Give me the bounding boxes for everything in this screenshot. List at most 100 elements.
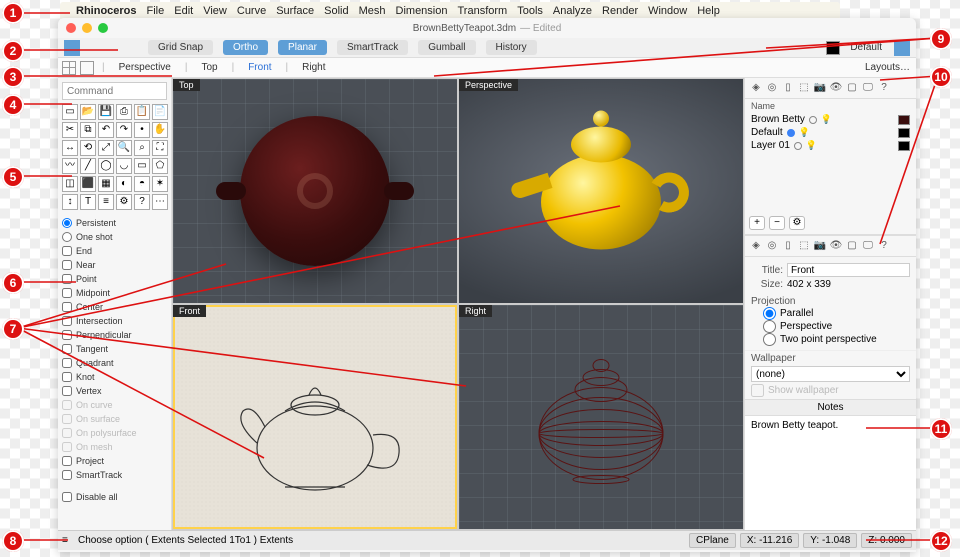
wallpaper-select[interactable]: (none) (751, 366, 910, 382)
menu-analyze[interactable]: Analyze (553, 5, 592, 17)
menu-view[interactable]: View (203, 5, 227, 17)
menu-file[interactable]: File (147, 5, 165, 17)
render-icon[interactable]: ◐ (116, 176, 132, 192)
menu-render[interactable]: Render (602, 5, 638, 17)
viewport-label-top[interactable]: Top (173, 79, 200, 91)
line-icon[interactable]: ╱ (80, 158, 96, 174)
app-name[interactable]: Rhinoceros (76, 5, 137, 17)
snap-quad[interactable]: Quadrant (62, 356, 167, 370)
camera-tab-icon[interactable]: 📷 (813, 81, 827, 95)
doc2-tab-icon[interactable]: ▯ (781, 239, 795, 253)
proj-perspective[interactable]: Perspective (763, 320, 910, 333)
minimize-icon[interactable] (82, 23, 92, 33)
tab-right[interactable]: Right (296, 60, 331, 75)
snap-mid[interactable]: Midpoint (62, 286, 167, 300)
menu-dimension[interactable]: Dimension (396, 5, 448, 17)
layouts-button[interactable]: Layouts… (865, 62, 910, 73)
osnap-oneshot[interactable]: One shot (62, 230, 167, 244)
status-menu-icon[interactable]: ≡ (62, 535, 74, 546)
proj-twopoint[interactable]: Two point perspective (763, 333, 910, 346)
proj-parallel[interactable]: Parallel (763, 307, 910, 320)
display2-tab-icon[interactable]: ▢ (845, 239, 859, 253)
undo-icon[interactable]: ↶ (98, 122, 114, 138)
snap-point[interactable]: Point (62, 272, 167, 286)
snap-center[interactable]: Center (62, 300, 167, 314)
notes-header[interactable]: Notes (745, 399, 916, 416)
osnap-persistent[interactable]: Persistent (62, 216, 167, 230)
circle-icon[interactable]: ◯ (98, 158, 114, 174)
help-tab-icon[interactable]: ? (877, 81, 891, 95)
menu-mesh[interactable]: Mesh (359, 5, 386, 17)
redo-icon[interactable]: ↷ (116, 122, 132, 138)
left-sidebar-toggle[interactable] (64, 40, 80, 56)
zoom-extents-icon[interactable]: ⛶ (152, 140, 168, 156)
snap-end[interactable]: End (62, 244, 167, 258)
arc-icon[interactable]: ◡ (116, 158, 132, 174)
cut-icon[interactable]: ✂ (62, 122, 78, 138)
right-sidebar-toggle[interactable] (894, 40, 910, 56)
curve-icon[interactable]: 〰 (62, 158, 78, 174)
tab-front[interactable]: Front (242, 60, 277, 75)
move-icon[interactable]: ↔ (62, 140, 78, 156)
menu-transform[interactable]: Transform (457, 5, 507, 17)
props2-tab-icon[interactable]: ◎ (765, 239, 779, 253)
viewport-label-front[interactable]: Front (173, 305, 206, 317)
viewports[interactable]: Top Perspective Front (172, 78, 744, 530)
traffic-lights[interactable] (66, 23, 108, 33)
eye-tab-icon[interactable]: 👁 (829, 81, 843, 95)
display-tab-icon[interactable]: ▢ (845, 81, 859, 95)
layer-row-default[interactable]: Default💡 (745, 126, 916, 139)
layer-color-swatch[interactable] (826, 41, 840, 55)
menu-tools[interactable]: Tools (517, 5, 543, 17)
options-icon[interactable]: ⋯ (152, 194, 168, 210)
copy-icon[interactable]: ⧉ (80, 122, 96, 138)
paste-icon[interactable]: 📄 (152, 104, 168, 120)
command-input[interactable] (62, 82, 167, 100)
layer-icon[interactable]: ≡ (98, 194, 114, 210)
rect-icon[interactable]: ▭ (134, 158, 150, 174)
tab-perspective[interactable]: Perspective (113, 60, 177, 75)
zoom-window-icon[interactable]: ⌕ (134, 140, 150, 156)
scale-icon[interactable]: ⤢ (98, 140, 114, 156)
polygon-icon[interactable]: ⬠ (152, 158, 168, 174)
zoom-icon[interactable] (98, 23, 108, 33)
title-field[interactable] (787, 263, 910, 277)
snap-perp[interactable]: Perpendicular (62, 328, 167, 342)
text-icon[interactable]: T (80, 194, 96, 210)
menu-help[interactable]: Help (697, 5, 720, 17)
clipboard-icon[interactable]: 📋 (134, 104, 150, 120)
menu-curve[interactable]: Curve (237, 5, 266, 17)
props-icon[interactable]: ⚙ (116, 194, 132, 210)
snap-int[interactable]: Intersection (62, 314, 167, 328)
box2-tab-icon[interactable]: ⬚ (797, 239, 811, 253)
current-layer-label[interactable]: Default (850, 42, 882, 53)
menu-solid[interactable]: Solid (324, 5, 348, 17)
viewport-label-persp[interactable]: Perspective (459, 79, 518, 91)
smarttrack-toggle[interactable]: SmartTrack (337, 40, 408, 55)
layer-add-button[interactable]: + (749, 216, 765, 230)
doc-tab-icon[interactable]: ▯ (781, 81, 795, 95)
viewport-label-right[interactable]: Right (459, 305, 492, 317)
box-tab-icon[interactable]: ⬚ (797, 81, 811, 95)
ortho-toggle[interactable]: Ortho (223, 40, 268, 55)
menu-edit[interactable]: Edit (174, 5, 193, 17)
analyze-icon[interactable]: ✶ (152, 176, 168, 192)
help2-tab-icon[interactable]: ? (877, 239, 891, 253)
single-view-icon[interactable] (80, 61, 94, 75)
save-icon[interactable]: 💾 (98, 104, 114, 120)
props-tab-icon[interactable]: ◎ (765, 81, 779, 95)
snap-vertex[interactable]: Vertex (62, 384, 167, 398)
tab-top[interactable]: Top (195, 60, 223, 75)
mesh-icon[interactable]: ▦ (98, 176, 114, 192)
solid-icon[interactable]: ⬛ (80, 176, 96, 192)
close-icon[interactable] (66, 23, 76, 33)
rotate-icon[interactable]: ⟲ (80, 140, 96, 156)
new-icon[interactable]: ▭ (62, 104, 78, 120)
screen2-tab-icon[interactable]: 🖵 (861, 239, 875, 253)
history-toggle[interactable]: History (486, 40, 537, 55)
camera2-tab-icon[interactable]: 📷 (813, 239, 827, 253)
layer-remove-button[interactable]: − (769, 216, 785, 230)
snap-tan[interactable]: Tangent (62, 342, 167, 356)
open-icon[interactable]: 📂 (80, 104, 96, 120)
gumball-toggle[interactable]: Gumball (418, 40, 475, 55)
